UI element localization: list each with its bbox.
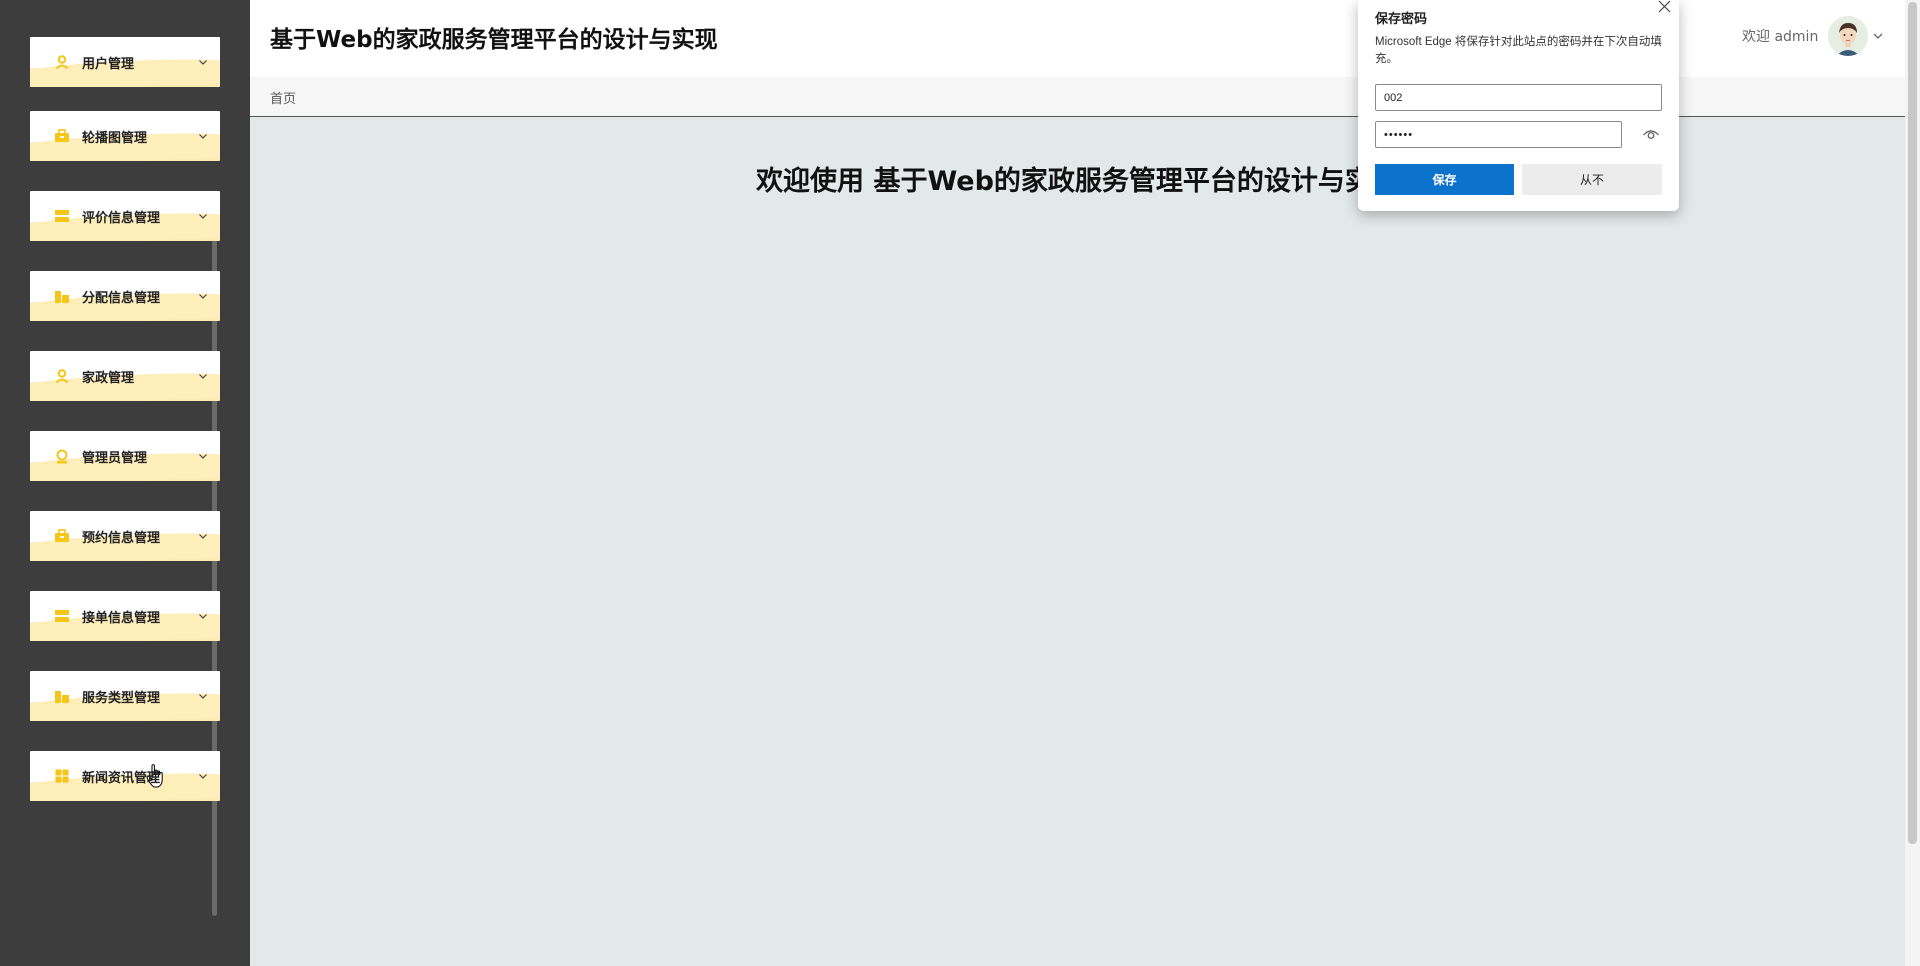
- sidebar-scrollbar[interactable]: [212, 240, 217, 916]
- breadcrumb-home-link[interactable]: 首页: [270, 88, 296, 107]
- dialog-description: Microsoft Edge 将保存针对此站点的密码并在下次自动填充。: [1375, 36, 1662, 65]
- chevron-down-icon: [199, 694, 207, 699]
- briefcase-icon: [54, 129, 70, 143]
- briefcase-icon: [54, 529, 70, 543]
- sidebar-item-user-management[interactable]: 用户管理: [30, 37, 220, 87]
- sidebar-item-label: 新闻资讯管理: [82, 770, 161, 786]
- main-content: 欢迎使用 基于Web的家政服务管理平台的设计与实现: [250, 117, 1905, 966]
- site-title: 基于Web的家政服务管理平台的设计与实现: [270, 27, 718, 53]
- user-icon: [54, 369, 70, 383]
- user-icon: [54, 55, 70, 69]
- password-field[interactable]: [1375, 121, 1622, 148]
- sidebar-item-label: 家政管理: [82, 370, 135, 386]
- badge-icon: [54, 449, 70, 463]
- page-scrollbar[interactable]: [1905, 0, 1920, 966]
- sidebar: 用户管理 轮播图管理 评价信息管理 分配信息管理 家政管理 管理员管理 预约信息…: [0, 0, 250, 966]
- grid-icon: [54, 769, 70, 783]
- sidebar-item-label: 预约信息管理: [82, 530, 161, 546]
- username-field[interactable]: [1375, 84, 1662, 111]
- sidebar-item-label: 分配信息管理: [82, 290, 161, 306]
- sidebar-item-appointment-management[interactable]: 预约信息管理: [30, 511, 220, 561]
- never-button[interactable]: 从不: [1522, 164, 1662, 195]
- chevron-down-icon: [199, 774, 207, 779]
- dialog-title: 保存密码: [1375, 11, 1428, 26]
- chevron-down-icon: [199, 454, 207, 459]
- buildings-icon: [54, 689, 70, 703]
- sidebar-item-label: 接单信息管理: [82, 610, 161, 626]
- save-password-dialog: 保存密码 Microsoft Edge 将保存针对此站点的密码并在下次自动填充。…: [1358, 0, 1679, 211]
- sidebar-item-housekeeping-management[interactable]: 家政管理: [30, 351, 220, 401]
- avatar[interactable]: [1828, 16, 1869, 56]
- sidebar-item-order-management[interactable]: 接单信息管理: [30, 591, 220, 641]
- buildings-icon: [54, 289, 70, 303]
- sidebar-item-label: 轮播图管理: [82, 130, 148, 146]
- chevron-down-icon: [199, 534, 207, 539]
- welcome-user-text: 欢迎 admin: [1742, 29, 1819, 45]
- close-icon[interactable]: [1656, 0, 1672, 16]
- sidebar-item-admin-management[interactable]: 管理员管理: [30, 431, 220, 481]
- eye-icon[interactable]: [1642, 126, 1660, 142]
- chevron-down-icon: [199, 214, 207, 219]
- sidebar-item-service-type-management[interactable]: 服务类型管理: [30, 671, 220, 721]
- page-scrollbar-thumb[interactable]: [1908, 2, 1917, 844]
- sidebar-item-assignment-management[interactable]: 分配信息管理: [30, 271, 220, 321]
- chevron-down-icon: [199, 614, 207, 619]
- list-icon: [54, 209, 70, 223]
- chevron-down-icon: [199, 294, 207, 299]
- chevron-down-icon: [199, 374, 207, 379]
- sidebar-item-label: 用户管理: [82, 56, 135, 72]
- sidebar-item-label: 管理员管理: [82, 450, 148, 466]
- chevron-down-icon[interactable]: [1872, 30, 1884, 42]
- user-menu[interactable]: 欢迎 admin: [1742, 16, 1884, 56]
- sidebar-item-label: 服务类型管理: [82, 690, 161, 706]
- sidebar-item-label: 评价信息管理: [82, 210, 161, 226]
- sidebar-item-review-management[interactable]: 评价信息管理: [30, 191, 220, 241]
- sidebar-item-carousel-management[interactable]: 轮播图管理: [30, 111, 220, 161]
- chevron-down-icon: [199, 60, 207, 65]
- list-icon: [54, 609, 70, 623]
- chevron-down-icon: [199, 134, 207, 139]
- sidebar-item-news-management[interactable]: 新闻资讯管理: [30, 751, 220, 801]
- save-button[interactable]: 保存: [1375, 164, 1514, 195]
